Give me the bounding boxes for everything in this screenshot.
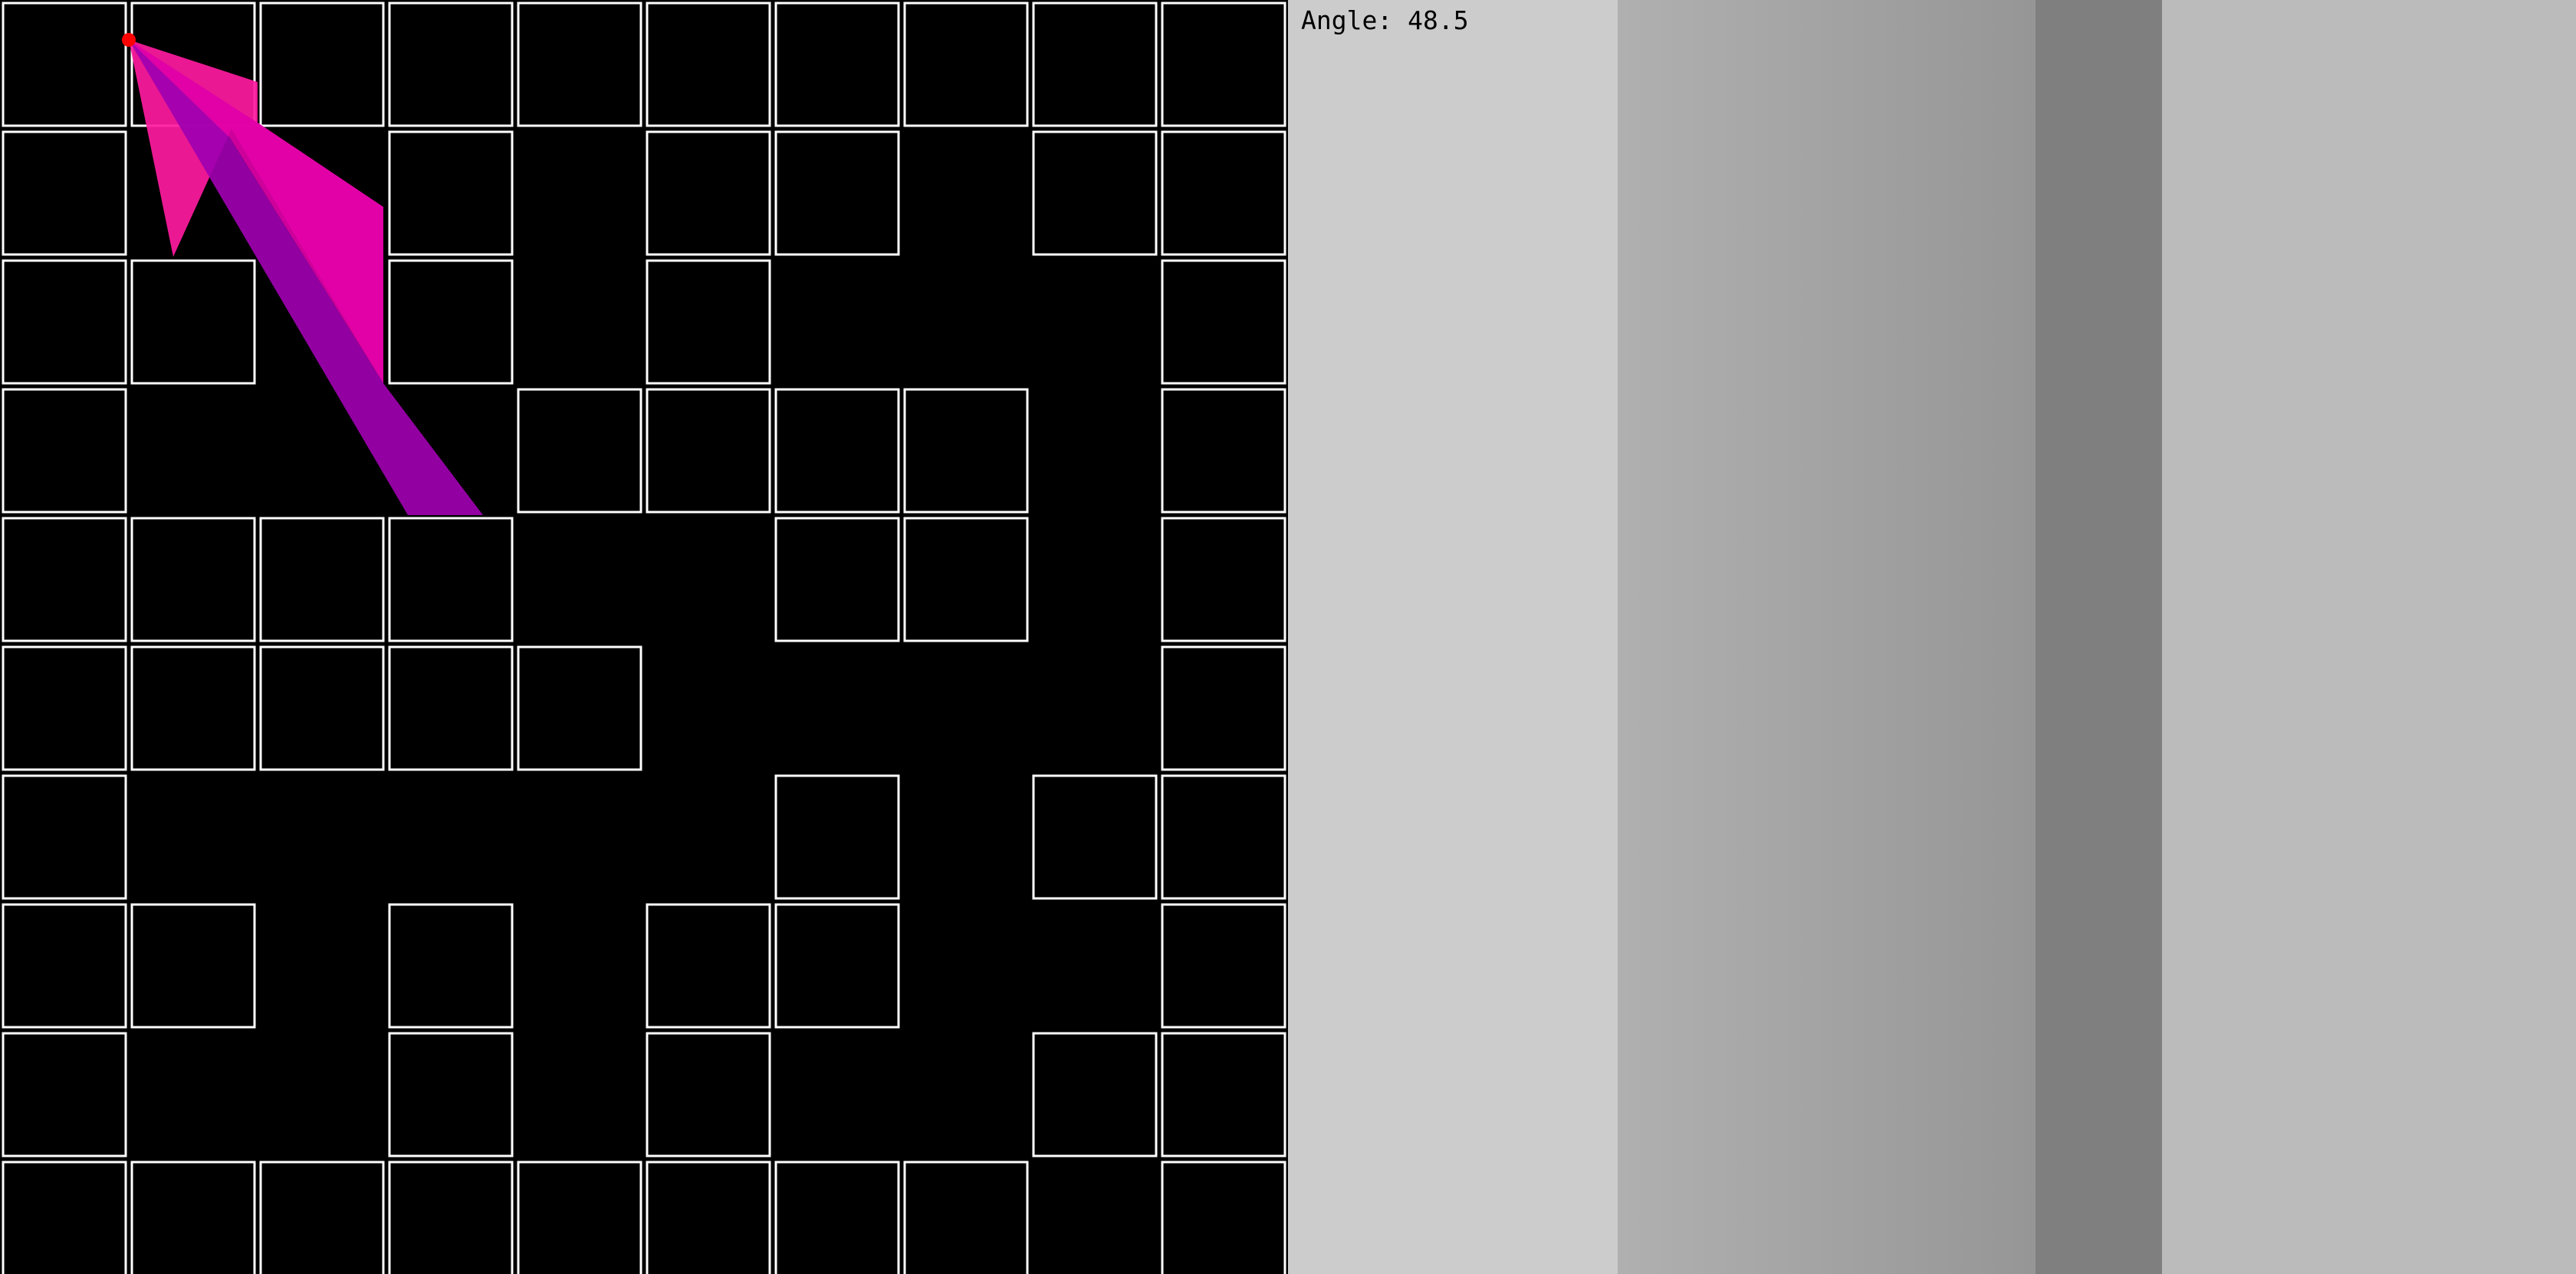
maze-wall-cell: [1161, 259, 1286, 385]
maze-wall-cell: [259, 517, 385, 642]
maze-wall-cell: [130, 645, 256, 771]
maze-wall-cell: [388, 1032, 514, 1157]
maze-wall-cell: [1032, 1032, 1158, 1157]
maze-wall-cell: [903, 388, 1029, 514]
maze-wall-cell: [2, 388, 127, 514]
maze-wall-cell: [1161, 903, 1286, 1029]
maze-wall-cell: [1032, 130, 1158, 256]
maze-wall-cell: [903, 517, 1029, 642]
maze-wall-cell: [646, 1032, 771, 1157]
maze-wall-cell: [517, 2, 642, 127]
maze-wall-cell: [1161, 130, 1286, 256]
maze-wall-cell: [1161, 774, 1286, 900]
maze-wall-cell: [2, 1161, 127, 1274]
maze-wall-cell: [1161, 2, 1286, 127]
maze-wall-cell: [1161, 1161, 1286, 1274]
maze-wall-cell: [517, 1161, 642, 1274]
maze-wall-cell: [2, 517, 127, 642]
angle-readout: Angle: 48.5: [1301, 8, 1469, 33]
maze-wall-cell: [2, 903, 127, 1029]
maze-wall-cell: [130, 903, 256, 1029]
maze-wall-cell: [1032, 774, 1158, 900]
maze-wall-cell: [774, 1161, 900, 1274]
maze-wall-cell: [1161, 388, 1286, 514]
maze-wall-cell: [1161, 645, 1286, 771]
maze-wall-cell: [259, 1161, 385, 1274]
first-person-render-svg: [1288, 0, 2576, 1274]
maze-wall-cell: [2, 259, 127, 385]
maze-wall-cell: [646, 388, 771, 514]
render-wall-slice: [2036, 0, 2162, 1274]
maze-wall-cell: [646, 903, 771, 1029]
maze-wall-cell: [774, 388, 900, 514]
maze-wall-cell: [388, 903, 514, 1029]
maze-wall-cell: [2, 1032, 127, 1157]
render-wall-slice: [2162, 0, 2576, 1274]
game-stage: Angle: 48.5: [0, 0, 2576, 1274]
maze-wall-cell: [517, 388, 642, 514]
render-wall-slice: [1618, 0, 2036, 1274]
maze-map-svg: [0, 0, 1288, 1274]
maze-wall-cell: [130, 517, 256, 642]
maze-wall-cell: [1161, 1032, 1286, 1157]
maze-wall-cell: [2, 2, 127, 127]
maze-wall-cell: [2, 774, 127, 900]
maze-wall-cell: [774, 774, 900, 900]
maze-wall-cell: [2, 130, 127, 256]
maze-wall-cell: [774, 903, 900, 1029]
maze-wall-cell: [1161, 517, 1286, 642]
maze-wall-cell: [130, 259, 256, 385]
maze-wall-cell: [259, 2, 385, 127]
maze-wall-cell: [1032, 2, 1158, 127]
maze-wall-cell: [388, 2, 514, 127]
angle-value: 48.5: [1408, 5, 1469, 35]
maze-wall-cell: [130, 1161, 256, 1274]
angle-label: Angle:: [1301, 5, 1393, 35]
maze-wall-cell: [388, 130, 514, 256]
maze-wall-cell: [388, 1161, 514, 1274]
player-marker: [122, 33, 136, 47]
first-person-view: [1288, 0, 2576, 1274]
render-wall-slice: [1288, 0, 1618, 1274]
maze-wall-cell: [646, 2, 771, 127]
maze-wall-cell: [517, 645, 642, 771]
maze-wall-cell: [903, 2, 1029, 127]
maze-wall-cell: [774, 517, 900, 642]
maze-wall-cell: [774, 130, 900, 256]
maze-wall-cell: [646, 1161, 771, 1274]
maze-wall-cell: [388, 645, 514, 771]
maze-wall-cell: [388, 517, 514, 642]
maze-wall-cell: [903, 1161, 1029, 1274]
maze-wall-cell: [259, 645, 385, 771]
maze-wall-cell: [646, 130, 771, 256]
maze-wall-cell: [774, 2, 900, 127]
maze-map-view[interactable]: [0, 0, 1288, 1274]
maze-wall-cell: [2, 645, 127, 771]
maze-wall-cell: [646, 259, 771, 385]
maze-wall-cell: [388, 259, 514, 385]
